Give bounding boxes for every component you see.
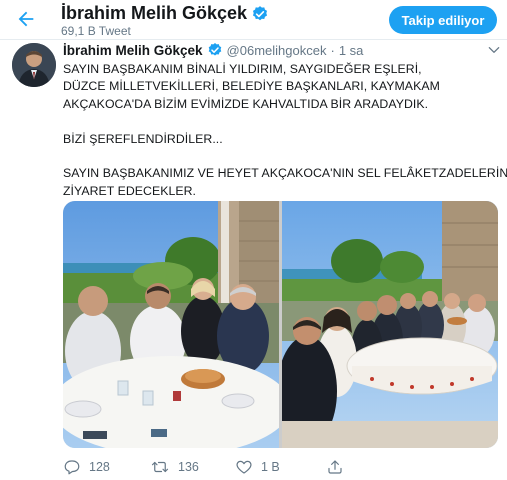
tweet-line: ZİYARET EDECEKLER. <box>63 183 197 198</box>
following-button[interactable]: Takip ediliyor <box>389 6 497 34</box>
share-icon <box>328 460 342 474</box>
share-button[interactable] <box>326 455 344 479</box>
tweet-line: DÜZCE MİLLETVEKİLLERİ, BELEDİYE BAŞKANLA… <box>63 79 440 94</box>
photo-2[interactable] <box>282 201 498 448</box>
reply-count: 128 <box>89 460 110 474</box>
avatar[interactable] <box>12 43 56 87</box>
tweet-timestamp[interactable]: 1 sa <box>339 43 364 58</box>
tweet-line <box>63 113 498 130</box>
reply-button[interactable]: 128 <box>63 455 110 479</box>
more-options-button[interactable] <box>486 42 502 58</box>
tweet-line: AKÇAKOCA'DA BİZİM EVİMİZDE KAHVALTIDA Bİ… <box>63 96 429 111</box>
tweet-header: İbrahim Melih Gökçek @06melihgokcek · 1 … <box>63 42 363 58</box>
verified-badge-icon <box>208 43 221 56</box>
tweet-line: BİZİ ŞEREFLENDİRDİLER... <box>63 131 223 146</box>
author-handle[interactable]: @06melihgokcek <box>227 43 327 58</box>
tweet-text: SAYIN BAŞBAKANIM BİNALİ YILDIRIM, SAYGID… <box>63 61 507 200</box>
tweet-actions: 128 136 1 B <box>63 455 498 479</box>
separator-dot: · <box>330 42 335 58</box>
retweet-icon <box>151 461 169 473</box>
tweet-media <box>63 201 498 448</box>
back-button[interactable] <box>14 7 38 31</box>
tweet-count: 69,1 B Tweet <box>61 24 131 38</box>
tweet-line <box>63 148 498 165</box>
like-button[interactable]: 1 B <box>235 455 280 479</box>
retweet-button[interactable]: 136 <box>150 455 199 479</box>
author-name[interactable]: İbrahim Melih Gökçek <box>63 43 203 58</box>
photo-1[interactable] <box>63 201 279 448</box>
tweet-line: SAYIN BAŞBAKANIMIZ VE HEYET AKÇAKOCA'NIN… <box>63 166 507 181</box>
retweet-count: 136 <box>178 460 199 474</box>
chevron-down-icon <box>488 47 500 53</box>
like-count: 1 B <box>261 460 280 474</box>
heart-icon <box>236 460 252 474</box>
verified-badge-icon <box>253 5 268 20</box>
reply-icon <box>64 460 80 475</box>
profile-header: İbrahim Melih Gökçek 69,1 B Tweet Takip … <box>0 0 507 40</box>
back-arrow-icon <box>18 11 34 27</box>
header-title-row: İbrahim Melih Gökçek <box>61 3 269 24</box>
header-title: İbrahim Melih Gökçek <box>61 3 248 23</box>
tweet-line: SAYIN BAŞBAKANIM BİNALİ YILDIRIM, SAYGID… <box>63 62 422 76</box>
